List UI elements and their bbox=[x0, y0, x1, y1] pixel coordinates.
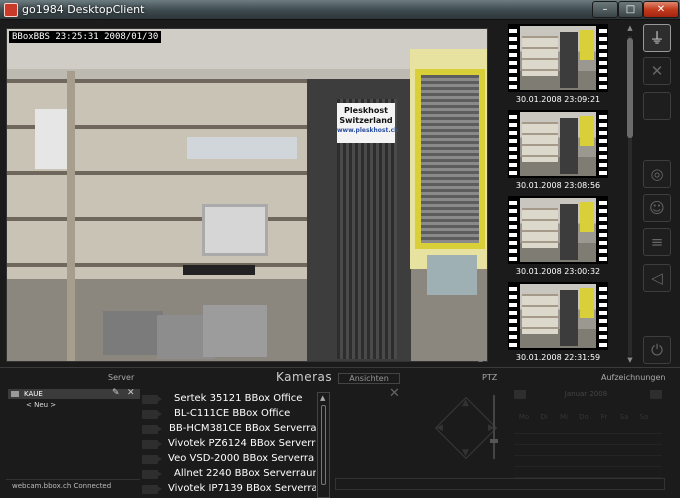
camera-overlay-timestamp: BBoxBBS 23:25:31 2008/01/30 bbox=[9, 31, 162, 43]
live-camera-view[interactable]: BBoxBBS 23:25:31 2008/01/30 Pleskhost Sw… bbox=[6, 28, 488, 362]
recording-timestamp: 30.01.2008 23:08:56 bbox=[515, 181, 601, 190]
ptz-up-icon[interactable]: ▲ bbox=[462, 398, 469, 408]
recordings-scroll-thumb[interactable] bbox=[627, 38, 633, 138]
camera-image: Pleskhost Switzerland www.pleskhost.ch bbox=[7, 29, 487, 361]
weekday-label: So bbox=[639, 413, 649, 421]
weekday-label: Fr bbox=[600, 413, 608, 421]
ptz-left-icon[interactable]: ◀ bbox=[436, 423, 443, 433]
close-view-icon[interactable]: ✕ bbox=[389, 386, 400, 401]
minimize-button[interactable]: – bbox=[592, 1, 618, 18]
camera-list-item[interactable]: BL-C111CE BBox Office bbox=[140, 407, 316, 422]
aufzeichnungen-section-label: Aufzeichnungen bbox=[601, 373, 666, 382]
camera-list-item[interactable]: Allnet 2240 BBox Serverraun bbox=[140, 467, 316, 482]
ptz-zoom-slider[interactable] bbox=[490, 395, 498, 459]
weekday-label: Do bbox=[579, 413, 589, 421]
motion-icon[interactable]: ☺ bbox=[643, 194, 671, 222]
tape-icon[interactable]: ◎ bbox=[643, 160, 671, 188]
ansichten-tab[interactable]: Ansichten bbox=[338, 373, 400, 384]
ptz-section-label: PTZ bbox=[482, 373, 498, 382]
server-list-item[interactable]: KAUE ✎ ✕ bbox=[8, 388, 140, 399]
camera-icon bbox=[142, 470, 162, 479]
camera-list: Sertek 35121 BBox Office BL-C111CE BBox … bbox=[140, 392, 316, 498]
blank-icon[interactable] bbox=[643, 92, 671, 120]
power-icon[interactable]: ⏻ bbox=[643, 336, 671, 364]
weekday-label: Mo bbox=[518, 413, 530, 421]
ptz-down-icon[interactable]: ▼ bbox=[462, 448, 469, 458]
recording-thumbnail[interactable]: 30.01.2008 23:00:32 bbox=[508, 196, 608, 280]
rack-sign-url: www.pleskhost.ch bbox=[337, 127, 399, 134]
server-icon bbox=[11, 391, 19, 397]
recording-thumbnail[interactable]: 30.01.2008 22:31:59 bbox=[508, 282, 608, 366]
recording-thumbnail[interactable]: 30.01.2008 23:08:56 bbox=[508, 110, 608, 194]
camera-icon bbox=[142, 410, 162, 419]
camera-icon bbox=[142, 395, 162, 404]
camera-list-item[interactable]: Vivotek PZ6124 BBox Serverra bbox=[140, 437, 316, 452]
recording-timestamp: 30.01.2008 23:09:21 bbox=[515, 95, 601, 104]
camera-list-scrollbar[interactable]: ▲ bbox=[317, 392, 330, 498]
camera-icon bbox=[142, 440, 162, 449]
close-button[interactable]: ✕ bbox=[643, 1, 679, 18]
camera-list-item[interactable]: Veo VSD-2000 BBox Serverra bbox=[140, 452, 316, 467]
app-icon bbox=[4, 3, 18, 17]
connection-status: webcam.bbox.ch Connected bbox=[6, 479, 140, 491]
timeline-strip[interactable] bbox=[335, 478, 665, 490]
window-title: go1984 DesktopClient bbox=[22, 3, 145, 16]
camera-list-item[interactable]: Sertek 35121 BBox Office bbox=[140, 392, 316, 407]
section-header-row: Server Kameras Ansichten PTZ Aufzeichnun… bbox=[0, 367, 680, 387]
recordings-strip: 30.01.2008 23:09:21 30.01.2008 23:08:56 … bbox=[500, 24, 618, 364]
list-icon[interactable]: ≡ bbox=[643, 228, 671, 256]
recordings-scrollbar[interactable]: ▲ ▼ bbox=[626, 24, 634, 364]
plug-icon[interactable]: ⏚ bbox=[643, 24, 671, 52]
camera-list-scroll-thumb[interactable] bbox=[321, 405, 326, 485]
recordings-calendar: Januar 2008 Mo Di Mi Do Fr Sa So bbox=[510, 388, 666, 478]
tools-icon[interactable]: ✕ bbox=[643, 57, 671, 85]
rack-sign-title: Pleskhost bbox=[344, 106, 388, 115]
weekday-label: Mi bbox=[560, 413, 568, 421]
camera-icon bbox=[142, 485, 162, 494]
ptz-zoom-knob[interactable] bbox=[490, 439, 498, 443]
server-section-label: Server bbox=[108, 373, 135, 382]
remove-server-icon[interactable]: ✕ bbox=[127, 388, 135, 398]
server-panel: KAUE ✎ ✕ < Neu > webcam.bbox.ch Connecte… bbox=[6, 387, 140, 493]
speaker-icon[interactable]: ◁ bbox=[643, 264, 671, 292]
camera-icon bbox=[142, 425, 162, 434]
server-name: KAUE bbox=[24, 390, 43, 398]
new-server-item[interactable]: < Neu > bbox=[26, 401, 56, 409]
rack-sign-subtitle: Switzerland bbox=[339, 116, 393, 125]
camera-list-item[interactable]: BB-HCM381CE BBox Serverra bbox=[140, 422, 316, 437]
calendar-month: Januar 2008 bbox=[564, 390, 608, 398]
recording-timestamp: 30.01.2008 22:31:59 bbox=[515, 353, 601, 362]
prev-month-button[interactable] bbox=[514, 390, 526, 399]
scroll-up-arrow-icon[interactable]: ▲ bbox=[626, 24, 634, 32]
camera-list-item[interactable]: Vivotek IP7139 BBox Serverra bbox=[140, 482, 316, 497]
weekday-label: Di bbox=[540, 413, 548, 421]
tool-column: ⏚ ✕ ◎ ☺ ≡ ◁ ⏻ bbox=[640, 22, 674, 367]
title-bar: go1984 DesktopClient – □ ✕ bbox=[0, 0, 680, 20]
kameras-section-label: Kameras bbox=[276, 370, 333, 384]
scroll-up-arrow-icon[interactable]: ▲ bbox=[320, 394, 325, 402]
view-resize-grip[interactable]: ◢ bbox=[478, 356, 486, 363]
calendar-grid: Mo Di Mi Do Fr Sa So bbox=[514, 404, 662, 478]
recording-thumbnail[interactable]: 30.01.2008 23:09:21 bbox=[508, 24, 608, 108]
scroll-down-arrow-icon[interactable]: ▼ bbox=[626, 356, 634, 364]
recording-timestamp: 30.01.2008 23:00:32 bbox=[515, 267, 601, 276]
camera-icon bbox=[142, 455, 162, 464]
next-month-button[interactable] bbox=[650, 390, 662, 399]
maximize-button[interactable]: □ bbox=[618, 1, 643, 18]
weekday-label: Sa bbox=[619, 413, 629, 421]
wrench-icon[interactable]: ✎ bbox=[112, 388, 120, 398]
